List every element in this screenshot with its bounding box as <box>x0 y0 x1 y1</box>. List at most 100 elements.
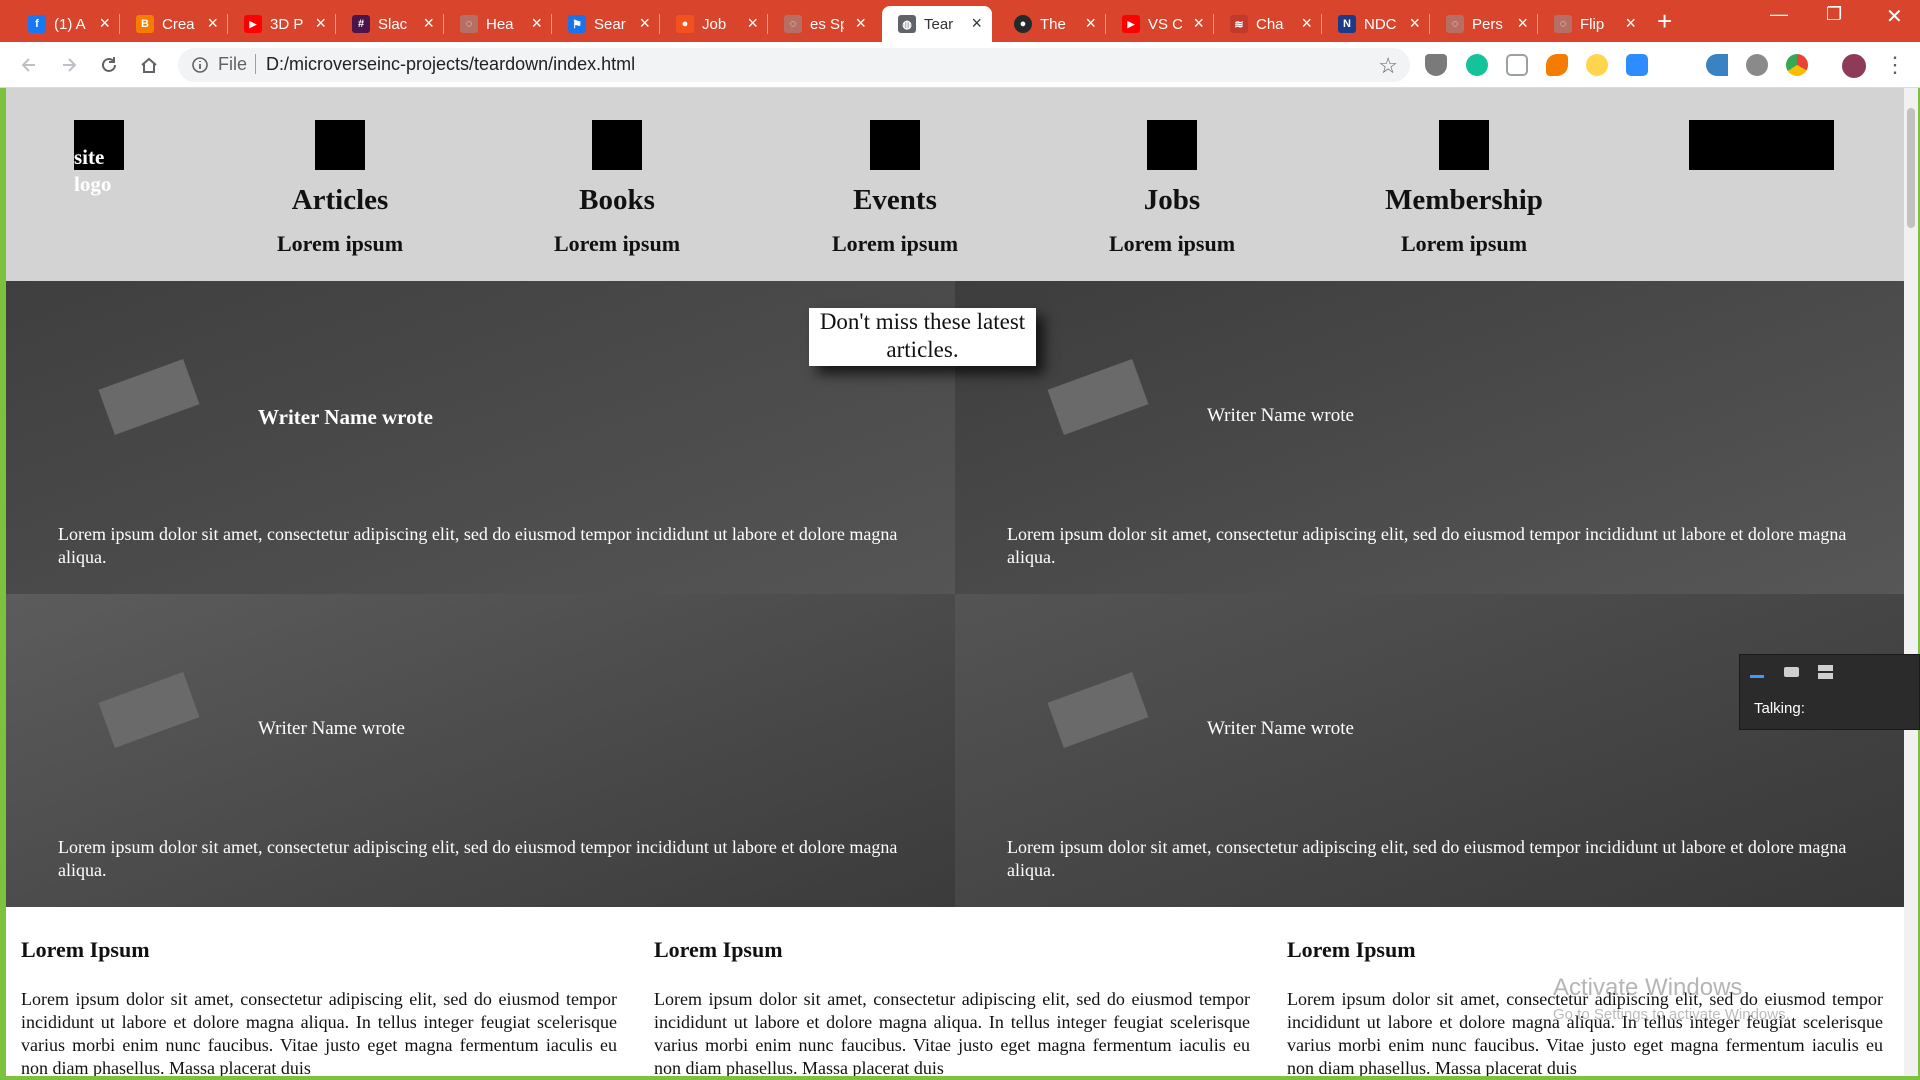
nav-subtitle: Lorem ipsum <box>276 231 404 256</box>
close-icon[interactable]: × <box>1301 14 1312 32</box>
nav-item-books[interactable]: Books Lorem ipsum <box>517 120 717 257</box>
activate-windows-subtext: Go to Settings to activate Windows. <box>1553 1006 1790 1023</box>
nav-articles-icon <box>315 120 365 170</box>
tab-job[interactable]: ● Job × <box>660 6 768 42</box>
page-scrollbar[interactable] <box>1904 88 1918 1076</box>
tab-blogger[interactable]: B Crea × <box>120 6 228 42</box>
tab-cisco[interactable]: ≋ Cha × <box>1214 6 1322 42</box>
nav-item-articles[interactable]: Articles Lorem ipsum <box>240 120 440 257</box>
new-tab-plus-icon[interactable]: + <box>1657 6 1672 36</box>
reload-icon[interactable] <box>94 50 124 80</box>
close-icon[interactable]: × <box>423 14 434 32</box>
browser-toolbar: File D:/microverseinc-projects/teardown/… <box>0 42 1920 88</box>
article-thumbnail <box>1047 359 1149 435</box>
talking-label: Talking: <box>1754 700 1805 717</box>
globe-icon: ◌ <box>1554 15 1572 33</box>
tab-youtube-vsc[interactable]: ▶ VS C × <box>1106 6 1214 42</box>
close-icon[interactable]: × <box>1517 14 1528 32</box>
column-text: Lorem ipsum dolor sit amet, consectetur … <box>21 989 617 1076</box>
grammarly-icon[interactable] <box>1466 54 1488 76</box>
firefox-icon: ● <box>676 15 694 33</box>
nav-subtitle: Lorem ipsum <box>1400 231 1528 256</box>
nav-subtitle: Lorem ipsum <box>831 231 959 256</box>
close-icon[interactable]: × <box>971 14 982 32</box>
bug-icon[interactable] <box>1746 54 1768 76</box>
close-icon[interactable]: × <box>99 14 110 32</box>
close-icon[interactable]: × <box>531 14 542 32</box>
tab-teardown-active[interactable]: ◍ Tear × <box>882 6 992 42</box>
close-icon[interactable]: × <box>1409 14 1420 32</box>
tab-es-sp[interactable]: ◌ es Sp × <box>768 6 876 42</box>
page-viewport: site logo Articles Lorem ipsum Books Lor… <box>6 88 1904 1076</box>
scrollbar-thumb[interactable] <box>1907 108 1915 228</box>
tab-flip[interactable]: ◌ Flip × <box>1538 6 1646 42</box>
divider <box>255 54 256 74</box>
close-icon[interactable]: × <box>1085 14 1096 32</box>
tab-title: Crea <box>162 15 195 33</box>
article-excerpt: Lorem ipsum dolor sit amet, consectetur … <box>1007 837 1847 880</box>
close-icon[interactable]: × <box>1625 14 1636 32</box>
close-window-icon[interactable]: ✕ <box>1886 4 1903 29</box>
article-card[interactable]: Writer Name wrote Lorem ipsum dolor sit … <box>6 594 955 907</box>
close-icon[interactable]: × <box>747 14 758 32</box>
bookmark-star-icon[interactable]: ☆ <box>1378 53 1398 79</box>
zoom-icon[interactable] <box>1626 54 1648 76</box>
site-logo-text[interactable]: site logo <box>74 144 134 198</box>
shield-ext-icon[interactable] <box>1425 54 1447 76</box>
article-card[interactable]: Writer Name wrote Lorem ipsum dolor sit … <box>955 281 1904 594</box>
forward-arrow-icon[interactable] <box>54 50 84 80</box>
close-icon[interactable]: × <box>207 14 218 32</box>
browser-tab-strip: f (1) A × B Crea × ▶ 3D P × # Slac × ◌ H… <box>0 0 1920 42</box>
globe-icon: ◌ <box>1446 15 1464 33</box>
article-writer: Writer Name wrote <box>1207 405 1354 426</box>
minimize-icon[interactable] <box>1750 675 1764 678</box>
tab-facebook[interactable]: f (1) A × <box>12 6 120 42</box>
latest-articles-section: Writer Name wrote Lorem ipsum dolor sit … <box>6 281 1904 907</box>
tab-hea[interactable]: ◌ Hea × <box>444 6 552 42</box>
clipper-icon[interactable] <box>1506 54 1528 76</box>
close-icon[interactable]: × <box>855 14 866 32</box>
info-icon[interactable] <box>190 55 210 80</box>
youtube-icon: ▶ <box>1122 15 1140 33</box>
compact-view-icon[interactable] <box>1784 667 1799 677</box>
article-card[interactable]: Writer Name wrote Lorem ipsum dolor sit … <box>955 594 1904 907</box>
article-excerpt: Lorem ipsum dolor sit amet, consectetur … <box>1007 524 1847 567</box>
expanded-view-icon[interactable] <box>1818 665 1833 679</box>
cisco-icon: ≋ <box>1230 15 1248 33</box>
back-arrow-ext-icon[interactable] <box>1706 54 1728 76</box>
back-arrow-icon[interactable] <box>14 50 44 80</box>
nav-item-jobs[interactable]: Jobs Lorem ipsum <box>1072 120 1272 257</box>
tab-title: Tear <box>924 15 954 33</box>
home-icon[interactable] <box>134 50 164 80</box>
tab-pers[interactable]: ◌ Pers × <box>1430 6 1538 42</box>
tab-github[interactable]: ● The × <box>998 6 1106 42</box>
article-writer: Writer Name wrote <box>258 405 433 429</box>
close-icon[interactable]: × <box>1193 14 1204 32</box>
tab-youtube-3d[interactable]: ▶ 3D P × <box>228 6 336 42</box>
minimize-window-icon[interactable]: — <box>1770 4 1788 25</box>
article-thumbnail <box>98 672 200 748</box>
menu-kebab-icon[interactable]: ⋮ <box>1880 50 1910 80</box>
github-icon: ● <box>1014 15 1032 33</box>
paw-icon[interactable] <box>1546 54 1568 76</box>
tab-search[interactable]: ⚑ Sear × <box>552 6 660 42</box>
url-text[interactable]: D:/microverseinc-projects/teardown/index… <box>266 54 635 75</box>
moon-icon[interactable] <box>1586 54 1608 76</box>
address-bar[interactable]: File D:/microverseinc-projects/teardown/… <box>178 48 1410 82</box>
activate-windows-watermark: Activate Windows <box>1553 974 1743 1001</box>
talking-widget: Talking: <box>1739 654 1920 730</box>
youtube-icon: ▶ <box>244 15 262 33</box>
nav-item-membership[interactable]: Membership Lorem ipsum <box>1364 120 1564 257</box>
close-icon[interactable]: × <box>315 14 326 32</box>
article-thumbnail <box>1047 672 1149 748</box>
tab-ndc[interactable]: N NDC × <box>1322 6 1430 42</box>
chrome-ext-icon[interactable] <box>1786 54 1808 76</box>
nav-subtitle: Lorem ipsum <box>1108 231 1236 256</box>
profile-avatar[interactable] <box>1842 54 1866 78</box>
tab-slack[interactable]: # Slac × <box>336 6 444 42</box>
close-icon[interactable]: × <box>639 14 650 32</box>
header-action-button[interactable] <box>1689 120 1834 170</box>
column-text: Lorem ipsum dolor sit amet, consectetur … <box>654 989 1250 1076</box>
restore-window-icon[interactable]: ❐ <box>1826 4 1842 25</box>
nav-item-events[interactable]: Events Lorem ipsum <box>795 120 995 257</box>
